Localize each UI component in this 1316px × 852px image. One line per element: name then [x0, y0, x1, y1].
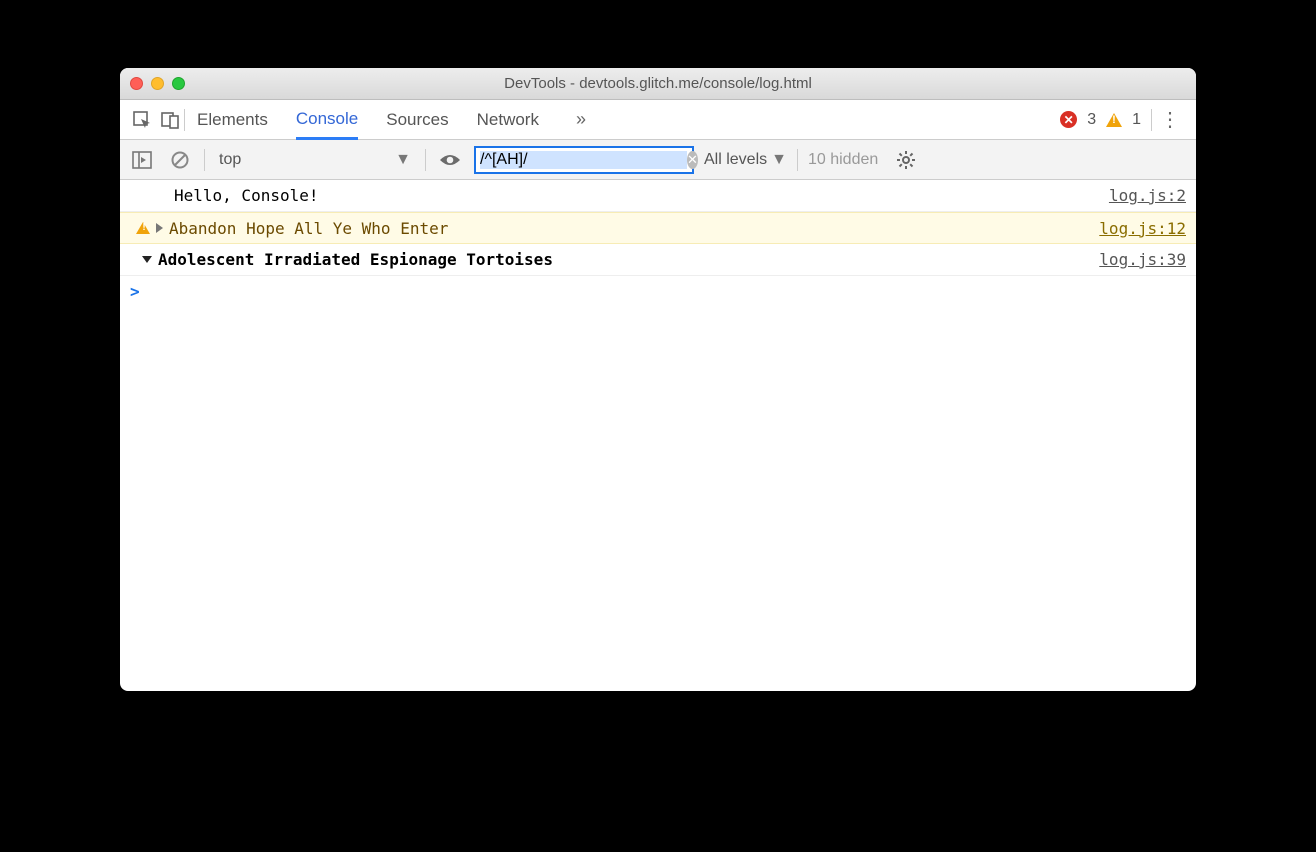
minimize-window-button[interactable]	[151, 77, 164, 90]
execution-context-select[interactable]: top ▼	[215, 151, 415, 169]
message-source-link[interactable]: log.js:12	[1099, 219, 1186, 238]
tab-elements[interactable]: Elements	[197, 100, 268, 140]
separator	[797, 149, 798, 171]
message-source-link[interactable]: log.js:39	[1099, 250, 1186, 269]
clear-console-icon[interactable]	[166, 146, 194, 174]
separator	[204, 149, 205, 171]
message-text: Adolescent Irradiated Espionage Tortoise…	[158, 250, 553, 269]
chevron-down-icon: ▼	[395, 151, 411, 169]
window-controls	[130, 77, 185, 90]
message-text: Hello, Console!	[174, 186, 319, 205]
console-output: Hello, Console! log.js:2 Abandon Hope Al…	[120, 180, 1196, 691]
expand-icon[interactable]	[156, 223, 163, 233]
error-count: 3	[1087, 111, 1096, 129]
collapse-icon[interactable]	[142, 256, 152, 263]
error-warning-counts[interactable]: ✕ 3 1	[1060, 111, 1141, 129]
console-warning-message[interactable]: Abandon Hope All Ye Who Enter log.js:12	[120, 212, 1196, 244]
live-expression-icon[interactable]	[436, 146, 464, 174]
error-icon: ✕	[1060, 111, 1077, 128]
console-prompt[interactable]: >	[120, 276, 1196, 307]
clear-filter-icon[interactable]: ✕	[687, 151, 698, 169]
panel-tabs: Elements Console Sources Network »	[197, 100, 595, 140]
warning-icon	[1106, 113, 1122, 127]
window-title: DevTools - devtools.glitch.me/console/lo…	[120, 75, 1196, 92]
context-label: top	[219, 151, 241, 169]
console-group-message[interactable]: Adolescent Irradiated Espionage Tortoise…	[120, 244, 1196, 276]
tab-sources[interactable]: Sources	[386, 100, 448, 140]
warning-count: 1	[1132, 111, 1141, 129]
toggle-sidebar-icon[interactable]	[128, 146, 156, 174]
close-window-button[interactable]	[130, 77, 143, 90]
inspect-element-icon[interactable]	[128, 106, 156, 134]
separator	[184, 109, 185, 131]
tab-network[interactable]: Network	[477, 100, 539, 140]
log-level-select[interactable]: All levels ▼	[704, 151, 787, 169]
warning-icon	[136, 222, 150, 234]
console-filterbar: top ▼ ✕ All levels ▼ 10 hidden	[120, 140, 1196, 180]
message-source-link[interactable]: log.js:2	[1109, 186, 1186, 205]
console-settings-icon[interactable]	[892, 146, 920, 174]
more-tabs-icon[interactable]: »	[567, 106, 595, 134]
device-toolbar-icon[interactable]	[156, 106, 184, 134]
console-message[interactable]: Hello, Console! log.js:2	[120, 180, 1196, 212]
tab-console[interactable]: Console	[296, 100, 358, 140]
chevron-down-icon: ▼	[771, 151, 787, 169]
titlebar: DevTools - devtools.glitch.me/console/lo…	[120, 68, 1196, 100]
prompt-chevron-icon: >	[130, 282, 140, 301]
levels-label: All levels	[704, 151, 767, 169]
settings-menu-icon[interactable]: ⋮	[1152, 107, 1188, 132]
hidden-messages-count[interactable]: 10 hidden	[808, 151, 878, 169]
devtools-window: DevTools - devtools.glitch.me/console/lo…	[120, 68, 1196, 691]
zoom-window-button[interactable]	[172, 77, 185, 90]
separator	[425, 149, 426, 171]
filter-text-field[interactable]	[480, 151, 687, 169]
main-toolbar: Elements Console Sources Network » ✕ 3 1…	[120, 100, 1196, 140]
filter-input[interactable]: ✕	[474, 146, 694, 174]
message-text: Abandon Hope All Ye Who Enter	[169, 219, 448, 238]
